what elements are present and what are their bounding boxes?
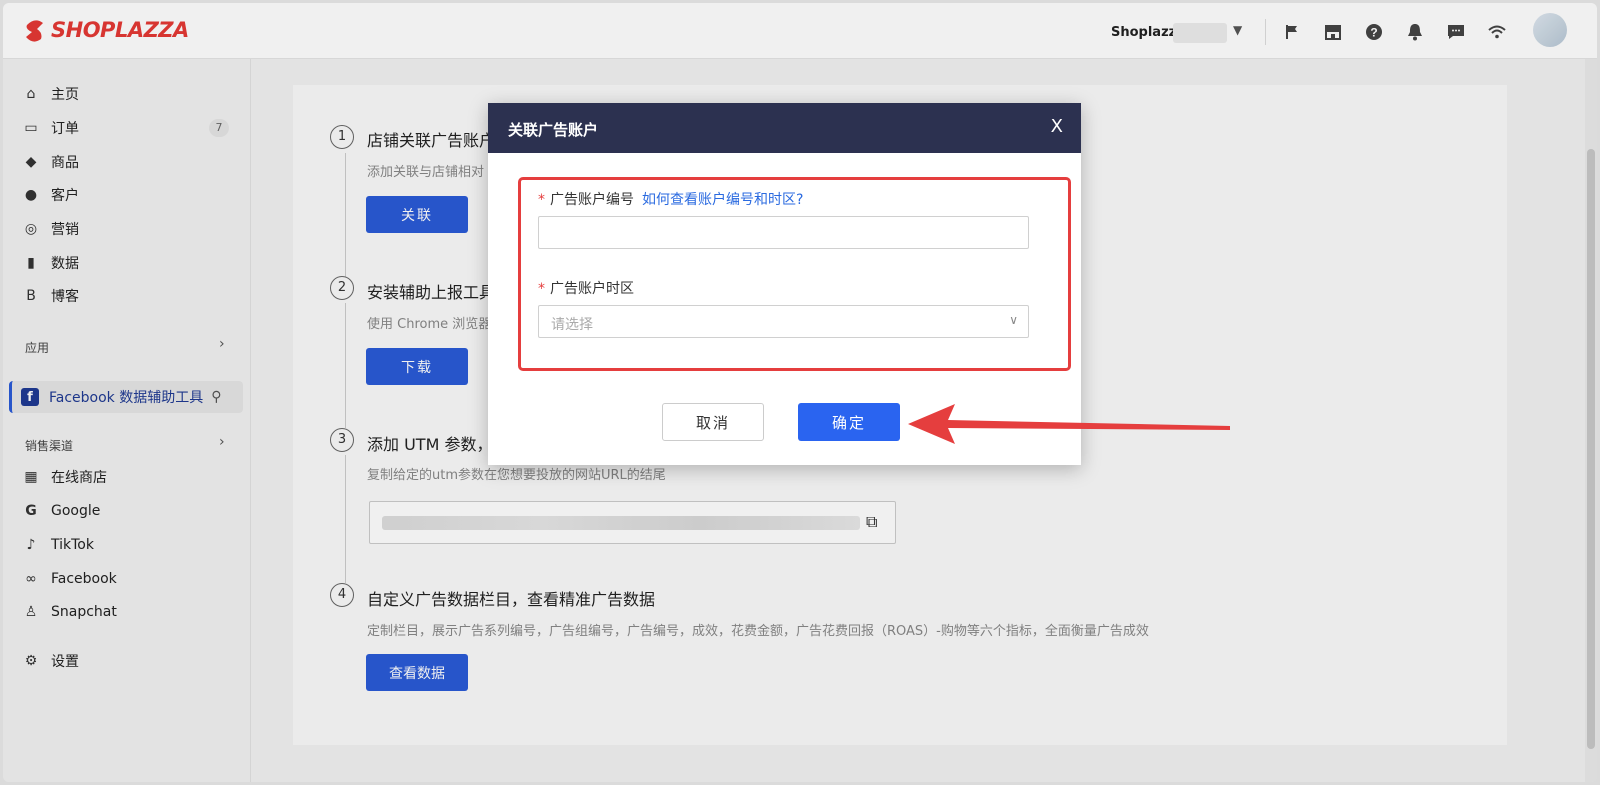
dialog-title: 关联广告账户	[508, 121, 599, 139]
confirm-button[interactable]: 确定	[798, 403, 900, 441]
help-link[interactable]: 如何查看账户编号和时区?	[642, 192, 803, 208]
required-marker: *	[538, 192, 545, 208]
timezone-select[interactable]: 请选择 ∨	[538, 305, 1029, 338]
account-id-label-text: 广告账户编号	[550, 192, 634, 208]
close-icon[interactable]: X	[1051, 116, 1063, 137]
account-id-label: * 广告账户编号 如何查看账户编号和时区?	[538, 189, 803, 209]
timezone-placeholder: 请选择	[551, 317, 593, 333]
chevron-down-icon: ∨	[1009, 313, 1018, 327]
cancel-button[interactable]: 取消	[662, 403, 764, 441]
required-marker: *	[538, 281, 545, 297]
annotation-arrow-icon	[908, 404, 1230, 444]
timezone-label-text: 广告账户时区	[550, 281, 634, 297]
timezone-label: * 广告账户时区	[538, 278, 634, 298]
dialog-header: 关联广告账户 X	[488, 103, 1081, 153]
account-id-input[interactable]	[538, 216, 1029, 249]
